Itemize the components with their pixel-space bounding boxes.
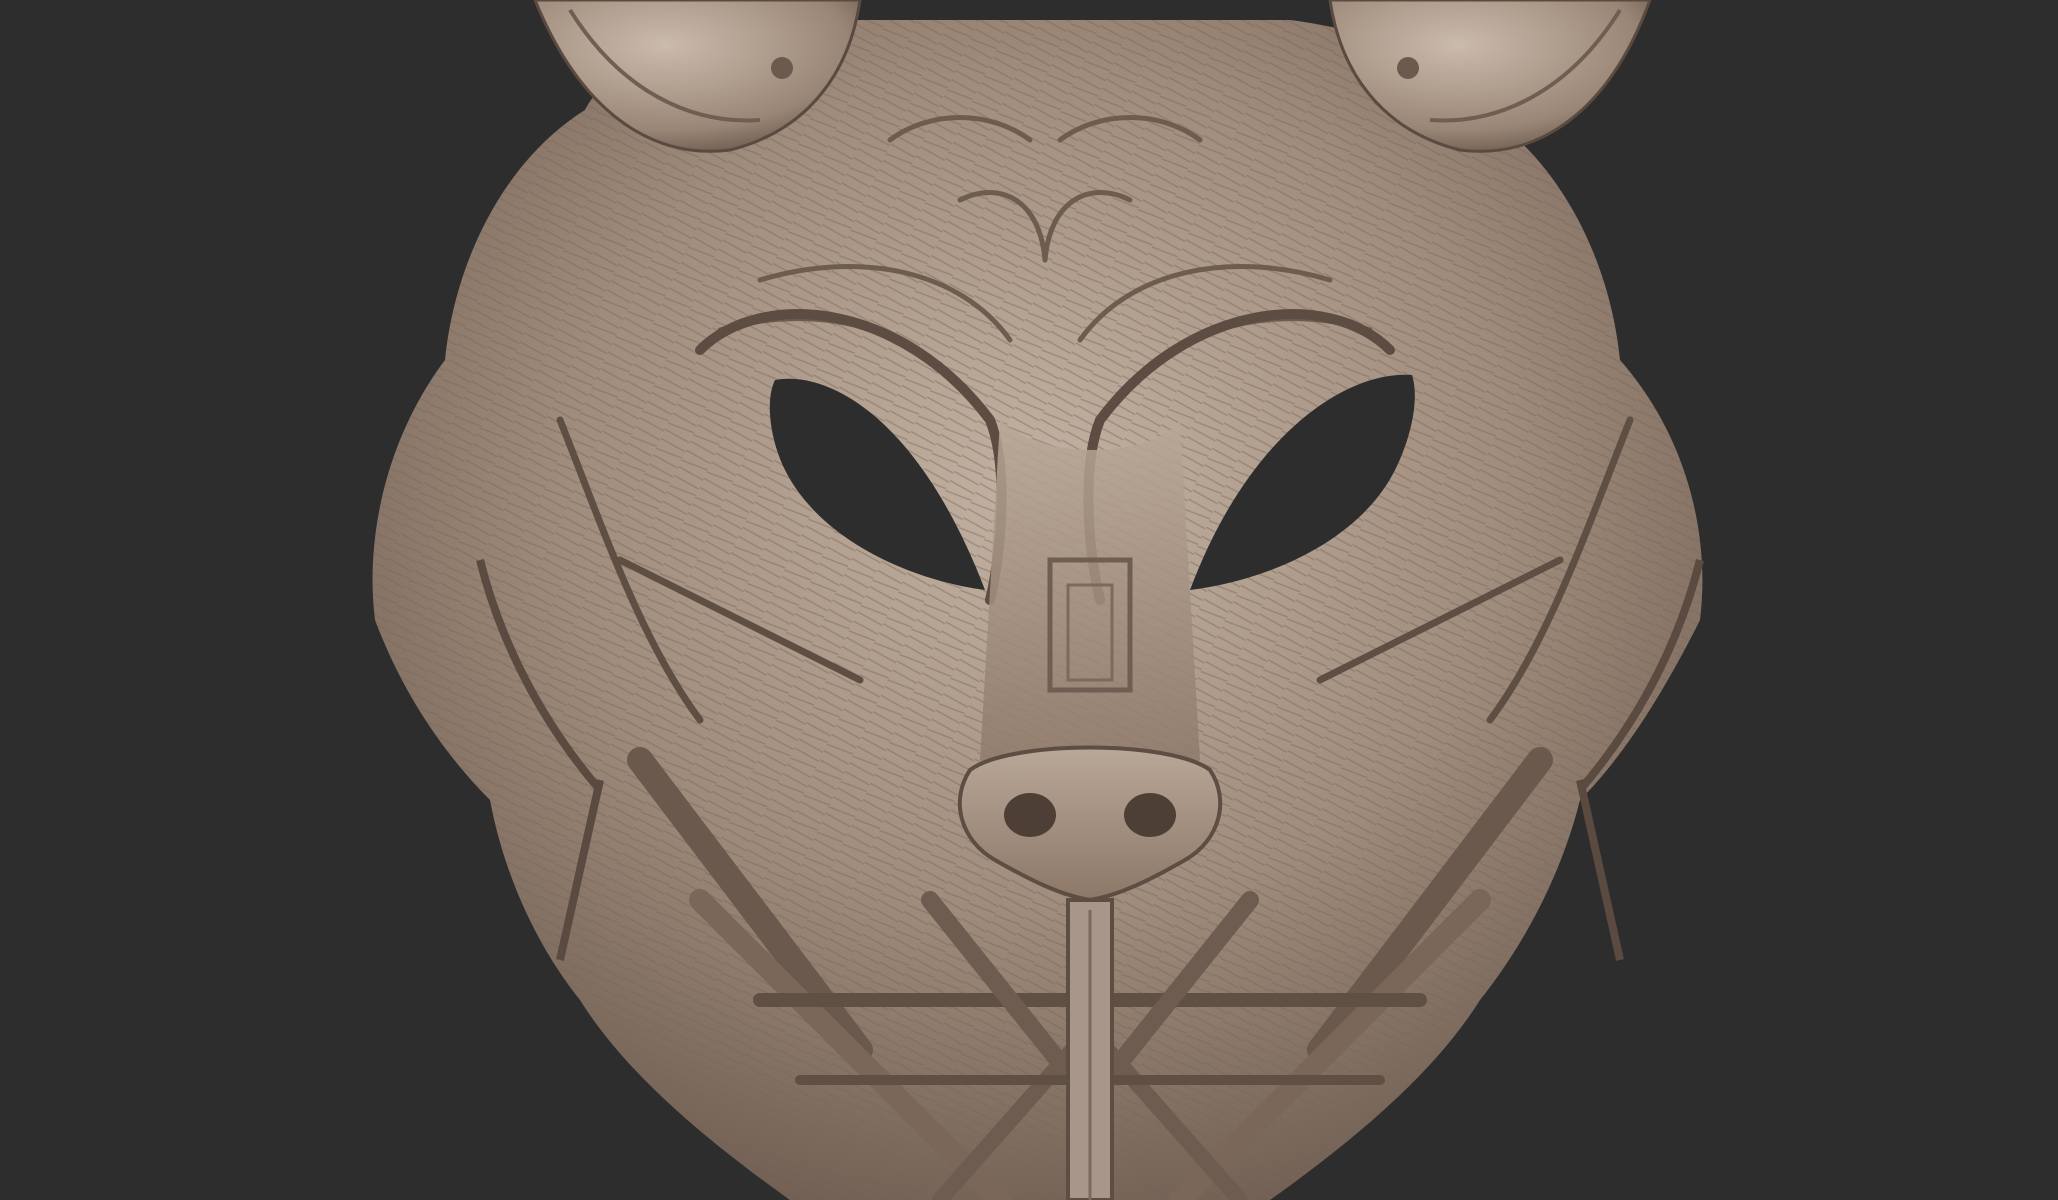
viewport-canvas[interactable] xyxy=(0,0,2058,1200)
left-nostril xyxy=(1004,793,1056,837)
right-nostril xyxy=(1124,793,1176,837)
mask-sculpt-render xyxy=(372,0,1704,1200)
nose-bridge xyxy=(980,420,1200,783)
chin-bar xyxy=(1066,898,1114,1200)
